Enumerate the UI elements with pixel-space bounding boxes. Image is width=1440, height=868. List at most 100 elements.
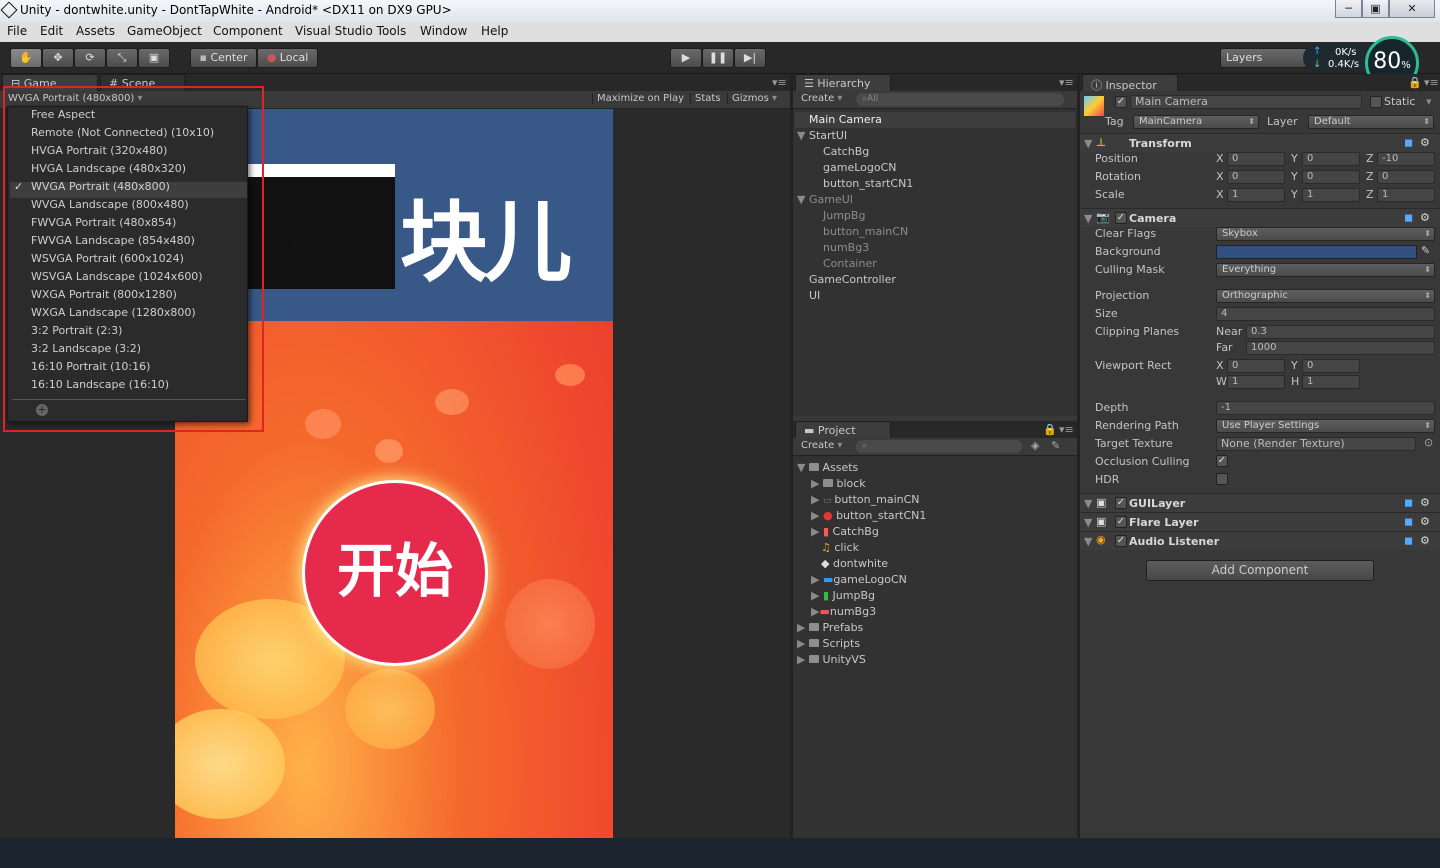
hierarchy-item[interactable]: CatchBg [823,145,869,158]
project-create-button[interactable]: Create ▾ [801,440,842,451]
target-texture-field[interactable]: None (Render Texture) [1216,437,1416,451]
hierarchy-search-input[interactable]: ⌕All [856,93,1064,106]
hierarchy-item[interactable]: button_startCN1 [823,177,913,190]
scale-x[interactable]: 1 [1227,188,1285,202]
layer-dropdown[interactable]: Default [1308,115,1434,129]
project-item[interactable]: ▶ ▮ JumpBg [811,589,875,602]
static-checkbox[interactable] [1370,96,1382,108]
menu-assets[interactable]: Assets [76,24,115,38]
project-item[interactable]: ▶▬numBg3 [811,605,876,618]
name-field[interactable]: Main Camera [1130,95,1362,109]
tab-inspector[interactable]: ⓘ Inspector [1082,74,1178,92]
depth-field[interactable]: -1 [1216,401,1435,415]
hdr-checkbox[interactable] [1216,473,1228,485]
project-item[interactable]: ▶ ▮ CatchBg [811,525,879,538]
menu-gameobject[interactable]: GameObject [127,24,202,38]
occlusion-checkbox[interactable]: ✓ [1216,455,1228,467]
maximize-button[interactable]: ▣ [1362,0,1389,18]
position-z[interactable]: -10 [1377,152,1435,166]
scale-y[interactable]: 1 [1302,188,1360,202]
audio-listener-header[interactable]: ▼ ◉ ✓ Audio Listener ◼ ⚙ [1080,531,1440,550]
project-item[interactable]: ▶ Scripts [797,637,860,650]
position-y[interactable]: 0 [1302,152,1360,166]
project-item[interactable]: ▶ Prefabs [797,621,863,634]
layers-dropdown[interactable]: Layers [1220,48,1312,68]
camera-header[interactable]: ▼ 📷 ✓ Camera ◼ ⚙ [1080,208,1440,227]
guilayer-enabled-checkbox[interactable]: ✓ [1115,497,1127,509]
filter-type-icon[interactable]: ◈ [1031,439,1039,452]
minimize-button[interactable]: ─ [1335,0,1362,18]
culling-mask-dropdown[interactable]: Everything [1216,263,1435,277]
flare-enabled-checkbox[interactable]: ✓ [1115,516,1127,528]
menu-file[interactable]: File [7,24,27,38]
hierarchy-item[interactable]: Container [823,257,877,270]
project-search-input[interactable]: ⌕ [856,440,1022,453]
project-item[interactable]: ▶ ▬gameLogoCN [811,573,907,586]
projection-dropdown[interactable]: Orthographic [1216,289,1435,303]
lock-icon[interactable]: 🔒 [1408,76,1422,89]
hierarchy-item[interactable]: JumpBg [823,209,865,222]
clear-flags-dropdown[interactable]: Skybox [1216,227,1435,241]
menu-visual-studio-tools[interactable]: Visual Studio Tools [295,24,406,38]
project-item[interactable]: ♫ click [821,541,859,554]
far-field[interactable]: 1000 [1246,341,1435,355]
rotation-x[interactable]: 0 [1227,170,1285,184]
close-button[interactable]: ✕ [1389,0,1435,18]
filter-label-icon[interactable]: ✎ [1051,439,1060,452]
hierarchy-item[interactable]: button_mainCN [823,225,908,238]
menu-edit[interactable]: Edit [40,24,63,38]
size-field[interactable]: 4 [1216,307,1435,321]
pause-button[interactable]: ❚❚ [702,48,734,68]
flare-layer-header[interactable]: ▼ ▣ ✓ Flare Layer ◼ ⚙ [1080,512,1440,531]
viewport-x[interactable]: 0 [1227,359,1285,373]
project-item[interactable]: ▶ UnityVS [797,653,866,666]
guilayer-header[interactable]: ▼ ▣ ✓ GUILayer ◼ ⚙ [1080,493,1440,512]
menu-window[interactable]: Window [420,24,467,38]
tag-dropdown[interactable]: MainCamera [1133,115,1259,129]
camera-enabled-checkbox[interactable]: ✓ [1115,212,1127,224]
step-button[interactable]: ▶| [734,48,766,68]
game-menu-icon[interactable]: ▾≡ [772,76,787,89]
transform-header[interactable]: ▼ ⊥ Transform ◼ ⚙ [1080,133,1440,152]
background-color-swatch[interactable] [1216,245,1417,259]
rotate-tool-button[interactable]: ⟳ [74,48,106,68]
move-tool-button[interactable]: ✥ [42,48,74,68]
object-picker-icon[interactable]: ⊙ [1424,436,1433,449]
hierarchy-item[interactable]: Main Camera [809,113,882,126]
near-field[interactable]: 0.3 [1246,325,1435,339]
hierarchy-item[interactable]: GameController [809,273,896,286]
rendering-path-dropdown[interactable]: Use Player Settings [1216,419,1435,433]
play-button[interactable]: ▶ [670,48,702,68]
project-item[interactable]: ◆ dontwhite [821,557,888,570]
pivot-center-button[interactable]: ▪ Center [190,48,257,68]
hierarchy-item[interactable]: gameLogoCN [823,161,897,174]
hierarchy-item[interactable]: UI [809,289,820,302]
start-button[interactable]: 开始 [302,480,488,666]
hierarchy-item[interactable]: ▼ StartUI [797,129,847,142]
project-item[interactable]: ▶ ▭ button_mainCN [811,493,920,506]
maximize-on-play-toggle[interactable]: Maximize on Play [592,93,688,104]
add-component-button[interactable]: Add Component [1146,560,1374,581]
viewport-w[interactable]: 1 [1227,375,1285,389]
project-item[interactable]: ▶ block [811,477,866,490]
stats-toggle[interactable]: Stats [690,93,725,104]
lock-icon[interactable]: 🔒 [1043,423,1057,436]
scale-tool-button[interactable]: ⤡ [106,48,138,68]
inspector-menu-icon[interactable]: ▾≡ [1424,76,1439,89]
hand-tool-button[interactable]: ✋ [10,48,42,68]
hierarchy-item[interactable]: ▼ GameUI [797,193,853,206]
hierarchy-menu-icon[interactable]: ▾≡ [1059,76,1074,89]
rotation-z[interactable]: 0 [1377,170,1435,184]
pivot-local-button[interactable]: ● Local [257,48,318,68]
active-checkbox[interactable]: ✓ [1115,96,1127,108]
eyedropper-icon[interactable]: ✎ [1421,244,1430,257]
project-item[interactable]: ▼ Assets [797,461,858,474]
rect-tool-button[interactable]: ▣ [138,48,170,68]
project-menu-icon[interactable]: ▾≡ [1059,423,1074,436]
scale-z[interactable]: 1 [1377,188,1435,202]
tab-project[interactable]: ▬ Project [795,421,891,439]
viewport-y[interactable]: 0 [1302,359,1360,373]
tab-hierarchy[interactable]: ☰ Hierarchy [795,74,891,92]
static-dropdown-icon[interactable]: ▾ [1426,95,1432,108]
hierarchy-create-button[interactable]: Create ▾ [801,93,842,104]
